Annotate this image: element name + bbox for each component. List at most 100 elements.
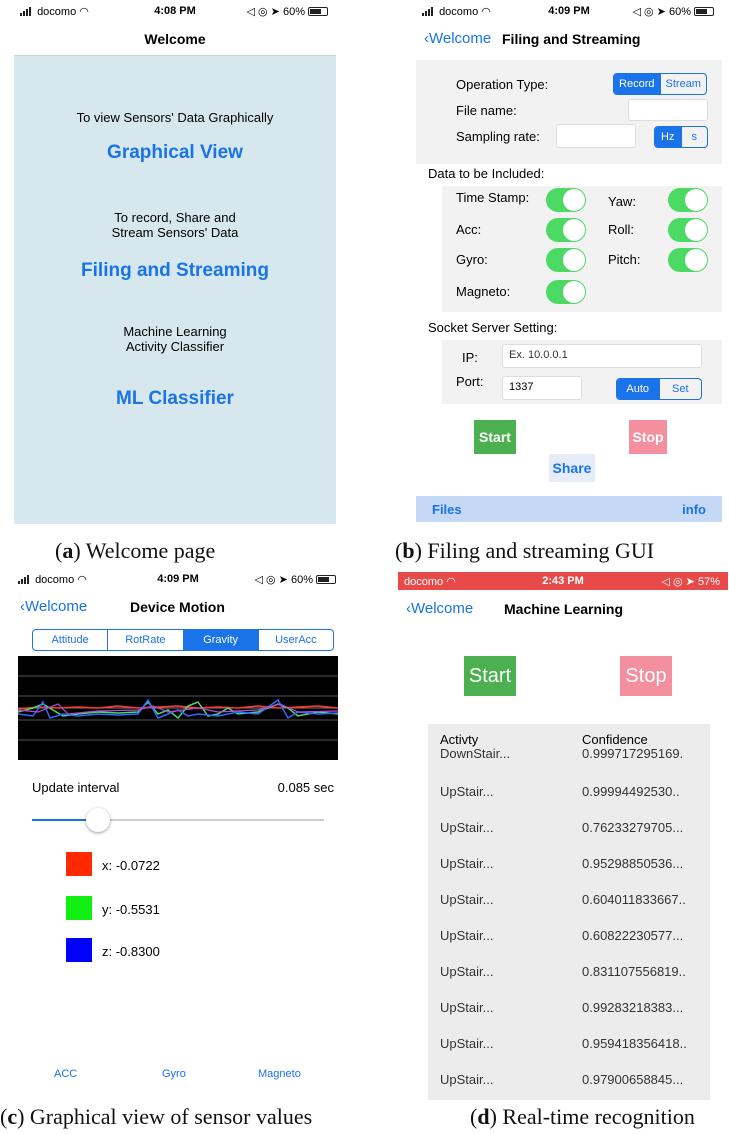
segment-auto[interactable]: Auto	[617, 379, 659, 399]
x-color-swatch	[66, 852, 92, 876]
pitch-switch[interactable]	[668, 248, 708, 272]
sampling-rate-input[interactable]	[556, 124, 636, 148]
sampling-unit-segment[interactable]: Hz s	[654, 126, 708, 148]
page-title: Filing and Streaming	[502, 31, 641, 47]
operation-type-segment[interactable]: Record Stream	[613, 73, 707, 95]
nav-bar: ‹Welcome Device Motion	[12, 590, 344, 624]
filing-desc: To record, Share and Stream Sensors' Dat…	[111, 210, 239, 240]
port-segment[interactable]: Auto Set	[616, 378, 702, 400]
timestamp-switch[interactable]	[546, 188, 586, 212]
location-icon: ◁ ◎ ➤	[254, 574, 288, 586]
port-label: Port:	[456, 374, 484, 389]
tab-useracc[interactable]: UserAcc	[257, 630, 333, 650]
tab-magneto[interactable]: Magneto	[258, 1068, 301, 1080]
table-row[interactable]: UpStair... 0.831107556819..	[428, 954, 710, 990]
table-row[interactable]: UpStair... 0.97900658845...	[428, 1062, 710, 1098]
nav-bar: Welcome	[14, 22, 336, 56]
operation-label: Operation Type:	[456, 77, 549, 92]
caption-c: (c) Graphical view of sensor values	[0, 1104, 313, 1129]
tab-bar: ACC Gyro Magneto	[12, 1068, 344, 1092]
gyro-label: Gyro:	[456, 252, 488, 267]
socket-label: Socket Server Setting:	[428, 320, 558, 335]
tab-gyro[interactable]: Gyro	[162, 1068, 186, 1080]
ip-label: IP:	[462, 350, 478, 365]
table-row[interactable]: UpStair... 0.959418356418..	[428, 1026, 710, 1062]
table-row[interactable]: DownStair... 0.999717295169.	[428, 744, 710, 764]
results-table: Activty Confidence DownStair... 0.9997172…	[428, 724, 710, 1100]
y-color-swatch	[66, 896, 92, 920]
file-name-input[interactable]	[628, 99, 708, 121]
status-bar: docomo ◠ 4:08 PM ◁ ◎ ➤ 60%	[14, 0, 336, 22]
caption-d: (d) Real-time recognition	[470, 1104, 695, 1129]
start-button[interactable]: Start	[464, 656, 516, 696]
roll-label: Roll:	[608, 222, 635, 237]
tab-gravity[interactable]: Gravity	[182, 630, 258, 650]
segment-set[interactable]: Set	[658, 379, 702, 399]
tab-acc[interactable]: ACC	[54, 1068, 77, 1080]
device-motion-screen: docomo ◠ 4:09 PM ◁ ◎ ➤ 60% ‹Welcome Devi…	[12, 568, 344, 1098]
roll-switch[interactable]	[668, 218, 708, 242]
start-button[interactable]: Start	[474, 420, 516, 454]
segment-hz[interactable]: Hz	[655, 127, 681, 147]
tab-attitude[interactable]: Attitude	[33, 630, 107, 650]
stop-button[interactable]: Stop	[620, 656, 672, 696]
table-row[interactable]: UpStair... 0.76233279705...	[428, 810, 710, 846]
data-included-label: Data to be Included:	[428, 166, 545, 181]
page-title: Machine Learning	[504, 601, 624, 617]
info-tab[interactable]: info	[682, 502, 706, 517]
location-icon: ◁ ◎ ➤	[246, 6, 280, 18]
back-button[interactable]: ‹Welcome	[424, 30, 491, 47]
acc-label: Acc:	[456, 222, 482, 237]
sensor-graph	[18, 656, 338, 760]
timestamp-label: Time Stamp:	[456, 190, 530, 205]
filing-streaming-button[interactable]: Filing and Streaming	[14, 260, 336, 282]
yaw-switch[interactable]	[668, 188, 708, 212]
page-title: Device Motion	[130, 599, 225, 615]
magneto-switch[interactable]	[546, 280, 586, 304]
status-bar: docomo ◠ 2:43 PM ◁ ◎ ➤ 57%	[398, 572, 728, 590]
sampling-rate-label: Sampling rate:	[456, 129, 540, 144]
ip-input[interactable]: Ex. 10.0.0.1	[502, 344, 702, 368]
interval-label: Update interval	[32, 780, 120, 795]
back-button[interactable]: ‹Welcome	[20, 598, 87, 615]
battery-icon	[316, 575, 336, 584]
nav-bar: ‹Welcome Machine Learning	[398, 592, 728, 626]
y-value: y: -0.5531	[102, 902, 160, 917]
share-button[interactable]: Share	[549, 454, 595, 482]
graphical-desc: To view Sensors' Data Graphically	[76, 110, 274, 125]
file-name-label: File name:	[456, 103, 517, 118]
interval-slider[interactable]	[32, 808, 324, 832]
acc-switch[interactable]	[546, 218, 586, 242]
bottom-bar: Files info	[416, 496, 722, 522]
files-tab[interactable]: Files	[432, 502, 462, 517]
segment-stream[interactable]: Stream	[659, 74, 707, 94]
sensor-tabs[interactable]: Attitude RotRate Gravity UserAcc	[32, 629, 334, 651]
ml-desc: Machine Learning Activity Classifier	[123, 324, 227, 354]
table-row[interactable]: UpStair... 0.99994492530..	[428, 774, 710, 810]
gyro-switch[interactable]	[546, 248, 586, 272]
magneto-label: Magneto:	[456, 284, 511, 299]
yaw-label: Yaw:	[608, 194, 636, 209]
table-row[interactable]: UpStair... 0.604011833667..	[428, 882, 710, 918]
graphical-view-button[interactable]: Graphical View	[14, 142, 336, 164]
table-header: Activty Confidence	[428, 724, 710, 747]
table-row[interactable]: UpStair... 0.60822230577...	[428, 918, 710, 954]
welcome-screen: docomo ◠ 4:08 PM ◁ ◎ ➤ 60% Welcome To vi…	[14, 0, 336, 524]
tab-rotrate[interactable]: RotRate	[107, 630, 182, 650]
page-title: Welcome	[144, 31, 206, 47]
battery-icon	[694, 7, 714, 16]
machine-learning-screen: docomo ◠ 2:43 PM ◁ ◎ ➤ 57% ‹Welcome Mach…	[398, 572, 728, 1100]
segment-s[interactable]: s	[680, 127, 708, 147]
segment-record[interactable]: Record	[614, 74, 660, 94]
port-input[interactable]: 1337	[502, 376, 582, 400]
table-row[interactable]: UpStair... 0.99283218383...	[428, 990, 710, 1026]
filing-screen: docomo ◠ 4:09 PM ◁ ◎ ➤ 60% ‹Welcome Fili…	[416, 0, 722, 522]
pitch-label: Pitch:	[608, 252, 641, 267]
ml-classifier-button[interactable]: ML Classifier	[14, 388, 336, 410]
back-button[interactable]: ‹Welcome	[406, 600, 473, 617]
table-row[interactable]: UpStair... 0.95298850536...	[428, 846, 710, 882]
location-icon: ◁ ◎ ➤	[661, 576, 695, 588]
stop-button[interactable]: Stop	[629, 420, 667, 454]
location-icon: ◁ ◎ ➤	[632, 6, 666, 18]
slider-thumb[interactable]	[85, 808, 110, 832]
